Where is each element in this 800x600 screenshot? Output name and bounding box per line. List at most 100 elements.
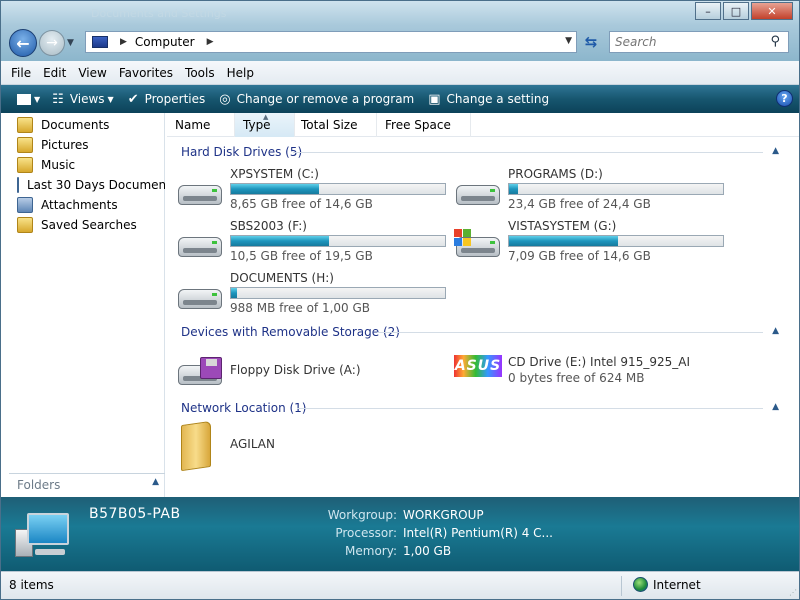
drive-free-space: 0 bytes free of 624 MB [508,371,645,385]
drive-usage-bar [508,183,724,195]
drive-name: Floppy Disk Drive (A:) [230,363,361,377]
menu-help[interactable]: Help [227,66,254,80]
minimize-button[interactable]: – [695,2,721,20]
program-cd-icon: ◎ [219,91,231,107]
address-dropdown-icon[interactable]: ▼ [565,36,572,46]
group-divider [377,332,763,333]
navigation-pane: Documents Pictures Music Last 30 Days Do… [1,113,165,497]
breadcrumb-chevron-icon[interactable]: ▶ [207,37,214,47]
group-header-removable-storage[interactable]: Devices with Removable Storage (2) [181,325,400,339]
security-zone-label: Internet [653,577,701,592]
refresh-icon: ⇆ [584,33,598,51]
drive-h[interactable]: DOCUMENTS (H:) 988 MB free of 1,00 GB [176,271,456,315]
internet-globe-icon [633,577,648,592]
hard-drive-icon [176,177,222,205]
maximize-button[interactable]: □ [723,2,749,20]
collapse-chevron-icon[interactable]: ▲ [772,402,779,412]
group-header-hard-disk-drives[interactable]: Hard Disk Drives (5) [181,145,302,159]
hard-drive-icon [176,229,222,257]
forward-arrow-icon: → [46,35,58,51]
views-icon: ☷ [52,91,64,107]
asus-logo-icon: ASUS [454,355,502,377]
nav-item-label: Attachments [41,198,118,212]
drive-usage-fill [231,236,330,246]
group-header-network-location[interactable]: Network Location (1) [181,401,306,415]
chevron-down-icon: ▼ [107,94,114,104]
nav-item-label: Music [41,158,76,172]
title-bar[interactable]: Documents and Settings – □ ✕ ← → ▼ ▶ Com… [1,1,799,61]
nav-item-saved-searches[interactable]: Saved Searches [17,217,137,233]
chevron-up-icon: ▲ [152,477,159,487]
column-header-total-size[interactable]: Total Size [293,113,377,137]
back-button[interactable]: ← [9,29,37,57]
organize-icon [17,93,31,105]
drive-name: DOCUMENTS (H:) [230,271,334,285]
back-arrow-icon: ← [16,33,30,53]
drive-a-floppy[interactable]: Floppy Disk Drive (A:) [176,347,456,391]
breadcrumb-computer[interactable]: Computer [135,35,195,49]
drive-name: SBS2003 (F:) [230,219,307,233]
menu-view[interactable]: View [78,66,106,80]
views-button[interactable]: ☷ Views ▼ [52,92,114,107]
menu-file[interactable]: File [11,66,31,80]
close-button[interactable]: ✕ [751,2,793,20]
refresh-button[interactable]: ⇆ [579,31,603,53]
menu-tools[interactable]: Tools [185,66,215,80]
network-location-agilan[interactable]: AGILAN [167,420,367,472]
search-input[interactable] [610,32,760,52]
column-header-free-space[interactable]: Free Space [377,113,471,137]
breadcrumb-chevron-icon[interactable]: ▶ [120,37,127,47]
memory-value: 1,00 GB [403,544,452,558]
drive-c[interactable]: XPSYSTEM (C:) 8,65 GB free of 14,6 GB [176,167,456,211]
nav-item-pictures[interactable]: Pictures [17,137,89,153]
floppy-drive-icon [176,357,222,385]
drive-e-cd[interactable]: ASUS CD Drive (E:) Intel 915_925_AI 0 by… [454,343,754,387]
memory-label: Memory: [345,544,397,558]
nav-item-attachments[interactable]: Attachments [17,197,118,213]
collapse-chevron-icon[interactable]: ▲ [772,146,779,156]
nav-item-last-30-days[interactable]: Last 30 Days Documents [17,177,165,193]
workgroup-label: Workgroup: [327,508,397,522]
drive-usage-fill [509,236,619,246]
help-button[interactable]: ? [776,90,793,107]
search-folder-icon [17,197,33,213]
computer-name: B57B05-PAB [89,506,181,522]
address-bar[interactable]: ▶ Computer ▶ ▼ [85,31,577,53]
hard-drive-icon [176,281,222,309]
folders-label: Folders [17,477,61,492]
details-pane: B57B05-PAB Workgroup: WORKGROUP Processo… [1,497,799,571]
column-header-name[interactable]: Name [167,113,235,137]
nav-item-documents[interactable]: Documents [17,117,109,133]
drive-free-space: 10,5 GB free of 19,5 GB [230,249,373,263]
forward-button[interactable]: → [39,30,65,56]
search-folder-icon [17,177,19,193]
group-divider [297,408,763,409]
workgroup-value: WORKGROUP [403,508,484,522]
pictures-folder-icon [17,137,33,153]
drive-d[interactable]: PROGRAMS (D:) 23,4 GB free of 24,4 GB [454,167,734,211]
drive-f[interactable]: SBS2003 (F:) 10,5 GB free of 19,5 GB [176,219,456,263]
menu-favorites[interactable]: Favorites [119,66,173,80]
change-setting-button[interactable]: ▣ Change a setting [428,92,549,107]
drive-usage-bar [508,235,724,247]
resize-grip-icon[interactable]: ⋰ [789,588,797,597]
properties-button[interactable]: ✔ Properties [128,92,206,107]
views-label: Views [69,92,105,106]
menu-edit[interactable]: Edit [43,66,66,80]
recent-pages-dropdown[interactable]: ▼ [67,38,74,48]
drive-g[interactable]: VISTASYSTEM (G:) 7,09 GB free of 14,6 GB [454,219,734,263]
drive-free-space: 23,4 GB free of 24,4 GB [508,197,651,211]
folders-toggle[interactable]: Folders ▲ [9,473,165,495]
drive-usage-fill [509,184,518,194]
drive-usage-bar [230,287,446,299]
processor-value: Intel(R) Pentium(R) 4 C... [403,526,553,540]
collapse-chevron-icon[interactable]: ▲ [772,326,779,336]
search-icon[interactable]: ⚲ [770,34,780,49]
organize-button[interactable]: ▼ [17,93,40,105]
search-box[interactable]: ⚲ [609,31,789,53]
documents-folder-icon [17,117,33,133]
nav-item-music[interactable]: Music [17,157,75,173]
sort-ascending-icon: ▲ [263,113,269,121]
change-program-button[interactable]: ◎ Change or remove a program [219,92,414,107]
saved-searches-folder-icon [17,217,33,233]
